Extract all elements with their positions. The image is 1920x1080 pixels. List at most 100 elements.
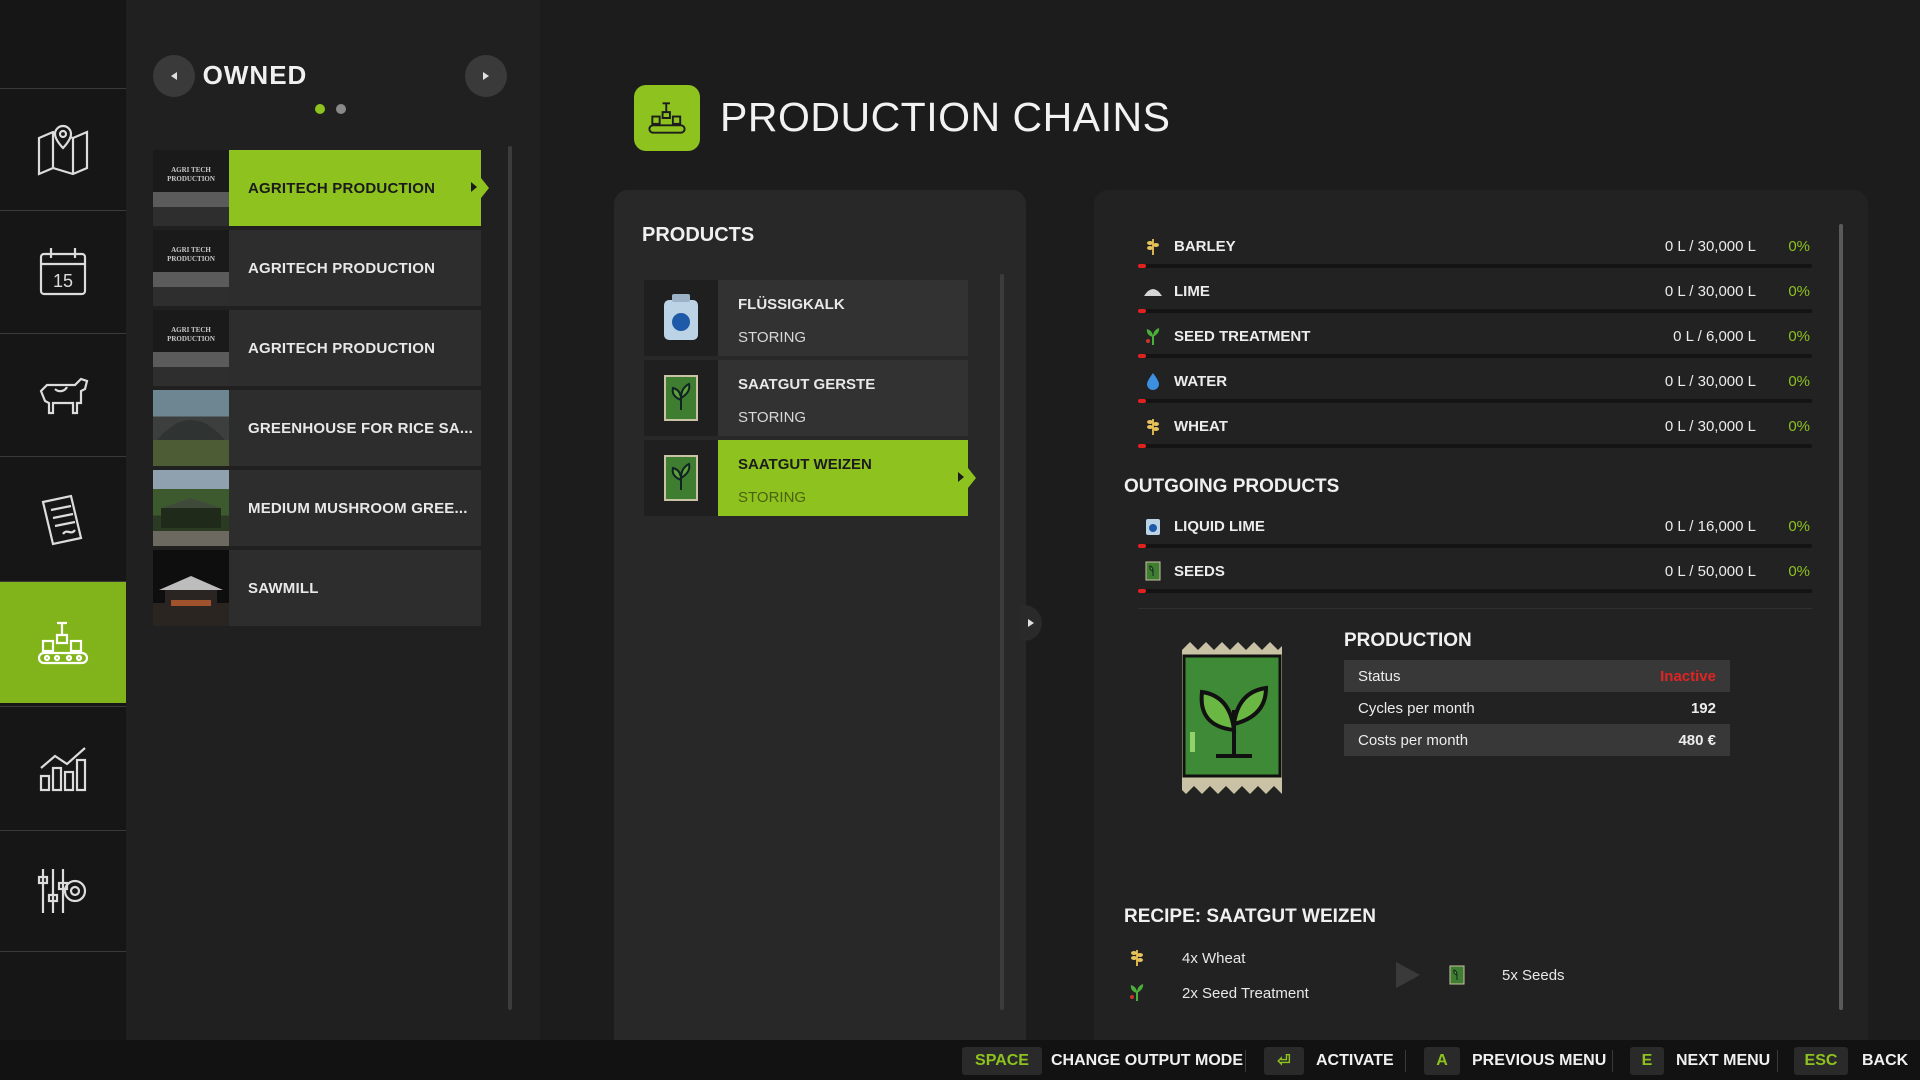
sawmill-thumbnail	[153, 550, 229, 626]
divider	[1138, 608, 1812, 609]
details-scrollbar[interactable]	[1839, 224, 1843, 1010]
separator	[1777, 1050, 1778, 1072]
input-row-seed-treatment: SEED TREATMENT 0 L / 6,000 L 0%	[1138, 322, 1812, 358]
e-key[interactable]: E	[1630, 1047, 1664, 1075]
owned-list-scrollbar[interactable]	[508, 146, 512, 1010]
cycles-row: Cycles per month 192	[1358, 700, 1716, 717]
recipe-output-seeds: 5x Seeds	[1502, 967, 1565, 984]
product-item-saatgut-weizen[interactable]: SAATGUT WEIZEN STORING	[644, 440, 976, 516]
fill-level-bar	[1138, 444, 1812, 448]
agritech-thumbnail: AGRI TECH PRODUCTION	[153, 310, 229, 386]
nav-animals[interactable]	[0, 333, 126, 455]
owned-title: OWNED	[202, 60, 308, 90]
input-row-water: WATER 0 L / 30,000 L 0%	[1138, 367, 1812, 403]
owned-item-agritech-3[interactable]: AGRI TECH PRODUCTION AGRITECH PRODUCTION	[153, 310, 481, 386]
side-navigation: 15	[0, 0, 136, 1040]
owned-item-greenhouse[interactable]: GREENHOUSE FOR RICE SA...	[153, 390, 481, 466]
activate-button[interactable]: ACTIVATE	[1316, 1052, 1394, 1070]
page-indicator-1[interactable]	[315, 104, 325, 114]
input-row-barley: BARLEY 0 L / 30,000 L 0%	[1138, 232, 1812, 268]
status-badge: Inactive	[1660, 668, 1716, 685]
agritech-thumbnail: AGRI TECH PRODUCTION	[153, 150, 229, 226]
fill-level-bar	[1138, 399, 1812, 403]
svg-text:15: 15	[53, 271, 73, 291]
next-page-button[interactable]	[465, 55, 507, 97]
esc-key[interactable]: ESC	[1794, 1047, 1848, 1075]
change-output-mode-button[interactable]: CHANGE OUTPUT MODE	[1051, 1052, 1243, 1070]
fill-level-bar	[1138, 354, 1812, 358]
page-title: PRODUCTION CHAINS	[720, 94, 1171, 140]
previous-menu-button[interactable]: PREVIOUS MENU	[1472, 1052, 1606, 1070]
owned-item-label: AGRITECH PRODUCTION	[248, 259, 436, 277]
owned-item-sawmill[interactable]: SAWMILL	[153, 550, 481, 626]
arrow-right-icon	[483, 72, 489, 80]
seed-treatment-icon	[1146, 328, 1160, 345]
separator	[1245, 1050, 1246, 1072]
products-scrollbar[interactable]	[1000, 274, 1004, 1010]
product-status: STORING	[738, 489, 807, 506]
output-row-seeds: SEEDS 0 L / 50,000 L 0%	[1138, 557, 1812, 593]
calendar-icon: 15	[39, 247, 87, 295]
expand-panel-button[interactable]	[1020, 605, 1042, 641]
next-menu-button[interactable]: NEXT MENU	[1676, 1052, 1770, 1070]
product-name: SAATGUT GERSTE	[738, 376, 876, 393]
products-title: PRODUCTS	[642, 224, 755, 246]
back-button[interactable]: BACK	[1862, 1052, 1908, 1070]
owned-item-label: AGRITECH PRODUCTION	[248, 179, 436, 197]
owned-item-label: MEDIUM MUSHROOM GREE...	[248, 499, 468, 517]
a-key[interactable]: A	[1424, 1047, 1460, 1075]
nav-statistics[interactable]	[0, 706, 126, 828]
fill-level-bar	[1138, 589, 1812, 593]
liquid-lime-icon	[1146, 519, 1160, 535]
fill-level-bar	[1138, 264, 1812, 268]
input-row-lime: LIME 0 L / 30,000 L 0%	[1138, 277, 1812, 313]
nav-production[interactable]	[0, 581, 136, 703]
product-status: STORING	[738, 329, 807, 346]
seeds-bag-icon	[1182, 642, 1282, 794]
output-row-liquid-lime: LIQUID LIME 0 L / 16,000 L 0%	[1138, 512, 1812, 548]
product-status: STORING	[738, 409, 807, 426]
mushroom-greenhouse-thumbnail	[153, 470, 229, 546]
product-item-fluessigkalk[interactable]: FLÜSSIGKALK STORING	[644, 280, 968, 356]
recipe-input-seed-treatment: 2x Seed Treatment	[1182, 985, 1309, 1002]
owned-item-agritech-2[interactable]: AGRI TECH PRODUCTION AGRITECH PRODUCTION	[153, 230, 481, 306]
product-name: SAATGUT WEIZEN	[738, 456, 872, 473]
recipe-arrow-icon	[1396, 962, 1420, 988]
seeds-icon	[1145, 561, 1161, 581]
owned-item-agritech-1[interactable]: AGRI TECH PRODUCTION AGRITECH PRODUCTION	[153, 150, 489, 226]
arrow-right-icon	[1028, 619, 1034, 627]
seeds-icon	[644, 360, 718, 436]
product-name: FLÜSSIGKALK	[738, 296, 845, 313]
statistics-icon	[39, 746, 87, 791]
production-icon	[37, 621, 89, 664]
status-row: Status Inactive	[1344, 660, 1730, 692]
page-indicator-2[interactable]	[336, 104, 346, 114]
outgoing-products-title: OUTGOING PRODUCTS	[1124, 476, 1340, 497]
selected-caret-icon	[958, 472, 964, 482]
map-icon	[37, 124, 89, 176]
nav-contracts[interactable]	[0, 456, 126, 578]
water-icon	[1147, 373, 1159, 390]
fill-level-bar	[1138, 544, 1812, 548]
enter-key[interactable]: ⏎	[1264, 1047, 1304, 1075]
owned-item-mushroom[interactable]: MEDIUM MUSHROOM GREE...	[153, 470, 481, 546]
nav-settings[interactable]	[0, 830, 126, 952]
costs-row: Costs per month 480 €	[1344, 724, 1730, 756]
space-key[interactable]: SPACE	[962, 1047, 1042, 1075]
recipe-title: RECIPE: SAATGUT WEIZEN	[1124, 906, 1376, 927]
product-item-saatgut-gerste[interactable]: SAATGUT GERSTE STORING	[644, 360, 968, 436]
wheat-icon	[1147, 419, 1159, 435]
separator	[1405, 1050, 1406, 1072]
settings-icon	[37, 869, 87, 913]
animals-icon	[39, 377, 89, 414]
input-row-wheat: WHEAT 0 L / 30,000 L 0%	[1138, 412, 1812, 448]
nav-calendar[interactable]: 15	[0, 210, 126, 332]
barley-icon	[1147, 239, 1159, 255]
owned-item-label: SAWMILL	[248, 579, 319, 597]
production-chains-icon	[634, 85, 700, 151]
recipe-input-wheat: 4x Wheat	[1182, 950, 1246, 967]
owned-item-label: AGRITECH PRODUCTION	[248, 339, 436, 357]
selected-caret-icon	[471, 182, 477, 192]
lime-icon	[1144, 289, 1162, 296]
nav-map[interactable]	[0, 88, 126, 210]
